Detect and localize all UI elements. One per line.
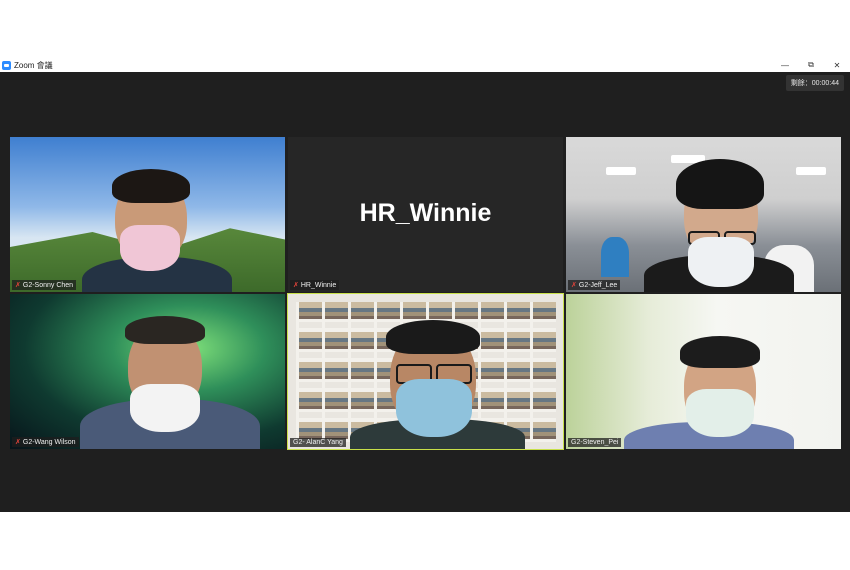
video-tile-steven-pei[interactable]: G2-Steven_Pei <box>566 294 841 449</box>
participant-video <box>566 294 841 449</box>
muted-mic-icon: ✗ <box>293 282 299 289</box>
window-controls: — ⧉ ✕ <box>772 58 850 72</box>
muted-mic-icon: ✗ <box>15 439 21 446</box>
participant-name: G2-Sonny Chen <box>22 281 74 289</box>
video-tile-sonny-chen[interactable]: ✗ G2-Sonny Chen <box>10 137 285 292</box>
meeting-gallery: 剩餘：00:00:44 ✗ G2-Sonny Chen HR_Winnie ✗ … <box>0 72 850 512</box>
muted-mic-icon: ✗ <box>571 282 577 289</box>
participant-display-name: HR_Winnie <box>359 199 492 227</box>
participant-name: G2-Steven_Pei <box>571 439 619 446</box>
participant-name-tag: ✗ HR_Winnie <box>290 280 340 290</box>
participant-video <box>288 294 563 449</box>
participant-name: G2-Jeff_Lee <box>578 281 618 289</box>
video-tile-jeff-lee[interactable]: ✗ G2-Jeff_Lee <box>566 137 841 292</box>
video-tile-wang-wilson[interactable]: ✗ G2-Wang Wilson <box>10 294 285 449</box>
participant-name-tag: ✗ G2-Wang Wilson <box>12 437 79 447</box>
participant-name: HR_Winnie <box>300 281 337 289</box>
participant-name-tag: G2- AlanC Yang <box>290 438 346 447</box>
muted-mic-icon: ✗ <box>15 282 21 289</box>
minimize-button[interactable]: — <box>772 58 798 72</box>
window-title: Zoom 會議 <box>14 60 53 70</box>
video-tile-hr-winnie[interactable]: HR_Winnie ✗ HR_Winnie <box>288 137 563 292</box>
participant-video <box>10 294 285 449</box>
video-tile-alanc-yang[interactable]: G2- AlanC Yang <box>287 293 564 450</box>
participant-name: G2-Wang Wilson <box>22 438 76 446</box>
participant-name-tag: G2-Steven_Pei <box>568 438 622 447</box>
participant-name-tag: ✗ G2-Sonny Chen <box>12 280 77 290</box>
participant-name: G2- AlanC Yang <box>293 439 343 446</box>
participant-video <box>566 137 841 292</box>
meeting-timer: 剩餘：00:00:44 <box>785 75 844 91</box>
participant-video <box>10 137 285 292</box>
close-button[interactable]: ✕ <box>824 58 850 72</box>
title-bar: Zoom 會議 — ⧉ ✕ <box>0 58 850 72</box>
restore-button[interactable]: ⧉ <box>798 58 824 72</box>
participant-name-tag: ✗ G2-Jeff_Lee <box>568 280 621 290</box>
zoom-logo-icon <box>2 60 11 70</box>
